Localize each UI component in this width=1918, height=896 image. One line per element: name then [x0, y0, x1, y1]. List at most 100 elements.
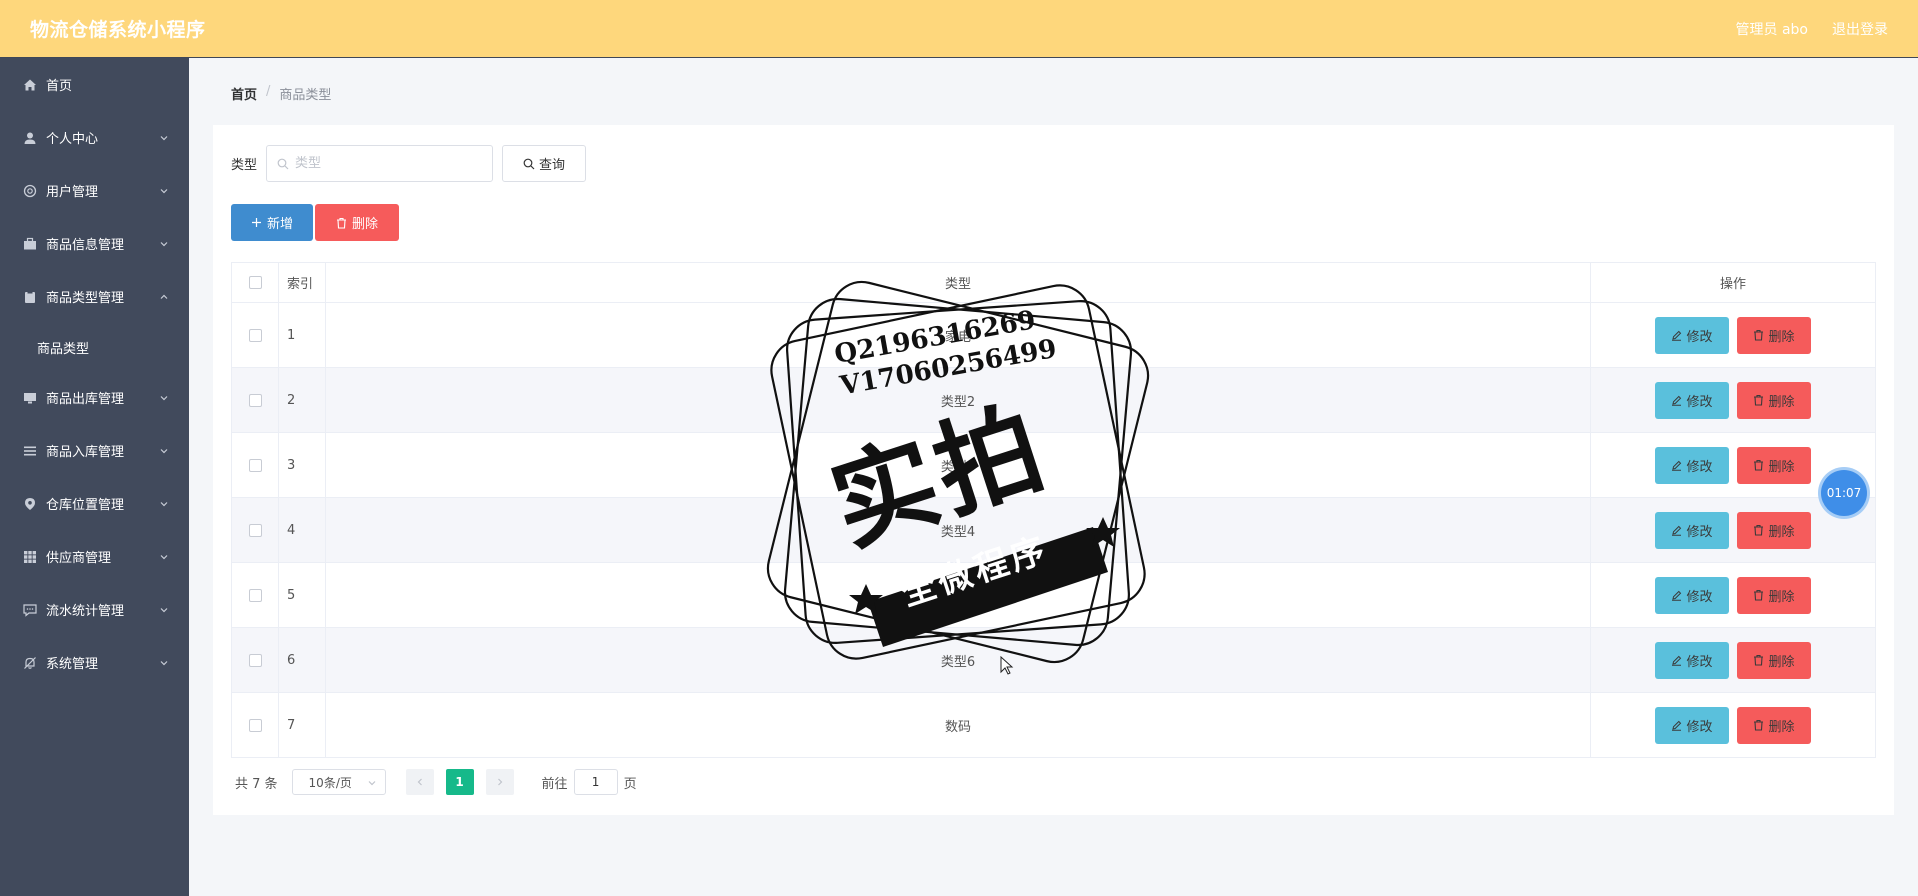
edit-button[interactable]: 修改	[1655, 576, 1729, 614]
edit-button[interactable]: 修改	[1655, 316, 1729, 354]
table-row: 3 类型3 修改 删除	[231, 432, 1876, 498]
sidebar-item-label: 流水统计管理	[46, 604, 125, 619]
prev-page-button[interactable]	[405, 769, 434, 795]
edit-icon	[1672, 525, 1682, 536]
location-icon	[22, 496, 38, 512]
row-ops-group: 修改 删除	[1591, 381, 1875, 419]
search-field	[266, 145, 494, 182]
monitor-icon	[22, 390, 38, 406]
row-index: 2	[278, 367, 326, 433]
delete-button[interactable]: 删除	[1737, 316, 1811, 354]
chevron-down-icon	[160, 554, 168, 559]
trash-icon	[1754, 654, 1764, 666]
row-checkbox[interactable]	[248, 523, 262, 537]
main-content: 首页 / 商品类型 类型 查询 新增 删除	[189, 58, 1918, 896]
sidebar-item-label: 商品信息管理	[46, 238, 125, 253]
batch-delete-button[interactable]: 删除	[315, 204, 399, 241]
chevron-down-icon	[160, 660, 168, 665]
sidebar-item-label: 个人中心	[46, 132, 99, 147]
edit-button-label: 修改	[1686, 459, 1713, 475]
mouse-cursor-icon	[1000, 656, 1014, 675]
chevron-down-icon	[160, 395, 168, 400]
page-size-value: 10条/页	[308, 775, 352, 790]
next-page-button[interactable]	[485, 769, 514, 795]
edit-button-label: 修改	[1686, 329, 1713, 345]
sidebar-item-inbound[interactable]: 商品入库管理	[0, 424, 189, 477]
row-checkbox[interactable]	[248, 458, 262, 472]
sidebar-item-users[interactable]: 用户管理	[0, 164, 189, 217]
row-checkbox[interactable]	[248, 653, 262, 667]
delete-button[interactable]: 删除	[1737, 641, 1811, 679]
row-checkbox[interactable]	[248, 718, 262, 732]
add-button[interactable]: 新增	[231, 204, 313, 241]
row-type: 类型6	[325, 627, 1591, 693]
chevron-down-icon	[160, 241, 168, 246]
query-button[interactable]: 查询	[502, 145, 587, 182]
row-checkbox[interactable]	[248, 588, 262, 602]
sidebar-item-outbound[interactable]: 商品出库管理	[0, 371, 189, 424]
page-size-select[interactable]: 10条/页	[291, 769, 386, 795]
sidebar-item-system[interactable]: 系统管理	[0, 636, 189, 689]
logout-link[interactable]: 退出登录	[1832, 19, 1888, 39]
help-icon	[22, 183, 38, 199]
delete-button-label: 删除	[1768, 654, 1795, 670]
search-input[interactable]	[295, 156, 476, 171]
page-number-button[interactable]: 1	[445, 769, 474, 795]
row-ops-group: 修改 删除	[1591, 576, 1875, 614]
delete-button-label: 删除	[1768, 459, 1795, 475]
breadcrumb-current: 商品类型	[279, 88, 332, 103]
delete-button[interactable]: 删除	[1737, 381, 1811, 419]
add-button-label: 新增	[266, 217, 293, 232]
trash-icon	[336, 217, 346, 229]
sidebar-item-flow-stats[interactable]: 流水统计管理	[0, 583, 189, 636]
edit-button[interactable]: 修改	[1655, 381, 1729, 419]
timer-badge[interactable]: 01:07	[1821, 470, 1867, 516]
trash-icon	[1754, 329, 1764, 341]
table-header-row: 索引 类型 操作	[231, 262, 1876, 303]
row-check-cell	[231, 497, 279, 563]
delete-button[interactable]: 删除	[1737, 511, 1811, 549]
app-title: 物流仓储系统小程序	[30, 19, 206, 41]
chevron-down-icon	[160, 607, 168, 612]
edit-button[interactable]: 修改	[1655, 446, 1729, 484]
delete-button[interactable]: 删除	[1737, 706, 1811, 744]
edit-button-label: 修改	[1686, 654, 1713, 670]
user-icon	[22, 130, 38, 146]
row-ops-group: 修改 删除	[1591, 511, 1875, 549]
table-row: 4 类型4 修改 删除	[231, 497, 1876, 563]
column-header-ops: 操作	[1590, 262, 1876, 303]
breadcrumb-home[interactable]: 首页	[231, 84, 257, 103]
sidebar-item-supplier[interactable]: 供应商管理	[0, 530, 189, 583]
edit-icon	[1672, 590, 1682, 601]
chevron-down-icon	[368, 781, 375, 786]
row-type: 类型4	[325, 497, 1591, 563]
select-all-checkbox[interactable]	[248, 276, 262, 289]
delete-button[interactable]: 删除	[1737, 446, 1811, 484]
delete-button-label: 删除	[1768, 719, 1795, 735]
row-type: 类型5	[325, 562, 1591, 628]
table-row: 7 数码 修改 删除	[231, 692, 1876, 758]
row-check-cell	[231, 367, 279, 433]
sidebar-item-profile[interactable]: 个人中心	[0, 111, 189, 164]
bell-off-icon	[22, 655, 38, 671]
edit-button[interactable]: 修改	[1655, 511, 1729, 549]
edit-icon	[1672, 720, 1682, 731]
sidebar-item-product-type[interactable]: 商品类型管理	[0, 270, 189, 323]
column-header-index: 索引	[278, 262, 326, 303]
goto-page-input[interactable]	[573, 769, 618, 795]
sidebar-item-warehouse-location[interactable]: 仓库位置管理	[0, 477, 189, 530]
list-icon	[22, 443, 38, 459]
row-checkbox[interactable]	[248, 328, 262, 342]
row-checkbox[interactable]	[248, 393, 262, 407]
edit-button[interactable]: 修改	[1655, 706, 1729, 744]
row-ops: 修改 删除	[1590, 627, 1876, 693]
table-row: 1 家电 修改 删除	[231, 302, 1876, 368]
submenu-item-product-type[interactable]: 商品类型	[0, 323, 189, 371]
chevron-down-icon	[160, 188, 168, 193]
edit-button[interactable]: 修改	[1655, 641, 1729, 679]
edit-icon	[1672, 395, 1682, 406]
delete-button[interactable]: 删除	[1737, 576, 1811, 614]
row-index: 5	[278, 562, 326, 628]
sidebar-item-home[interactable]: 首页	[0, 58, 189, 111]
sidebar-item-product-info[interactable]: 商品信息管理	[0, 217, 189, 270]
